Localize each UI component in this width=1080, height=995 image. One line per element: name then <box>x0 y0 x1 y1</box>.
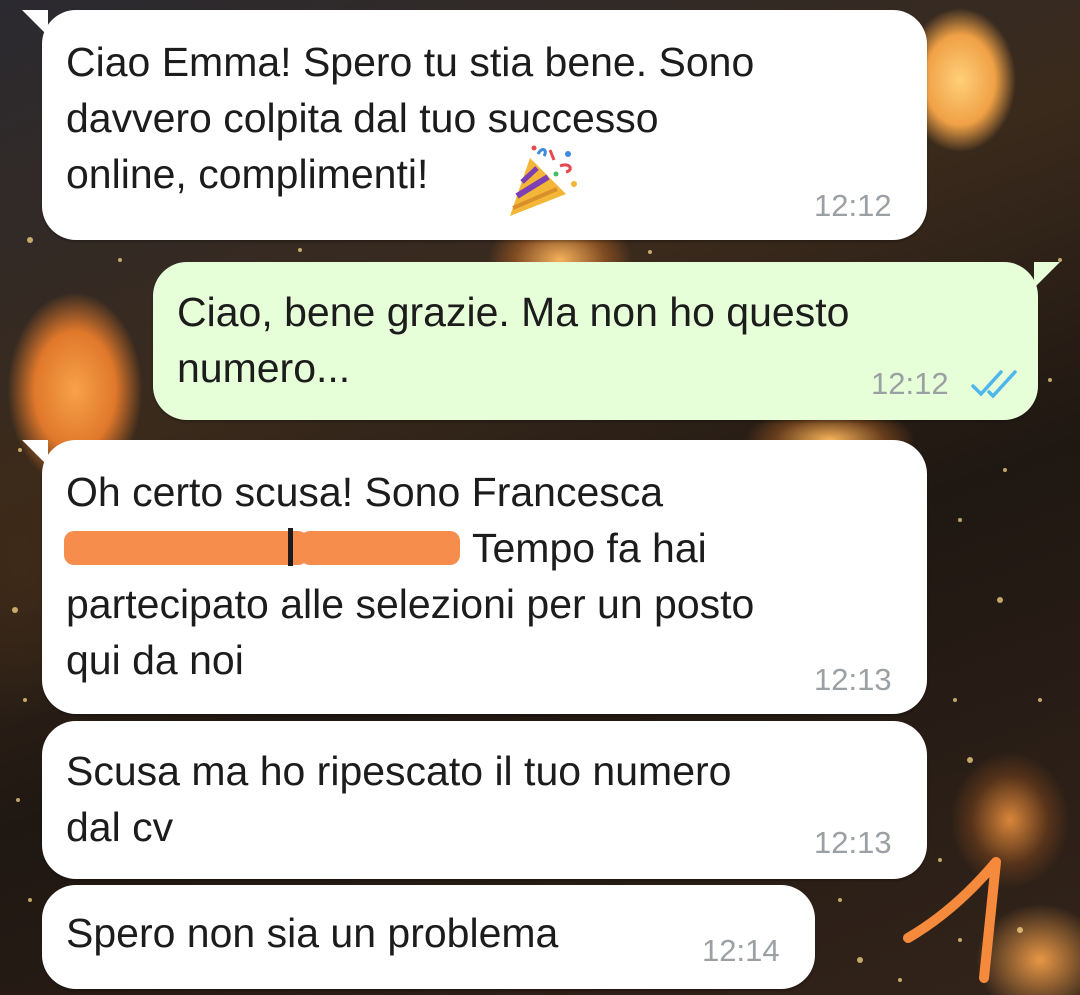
handwritten-number-one-annotation <box>903 857 1001 983</box>
